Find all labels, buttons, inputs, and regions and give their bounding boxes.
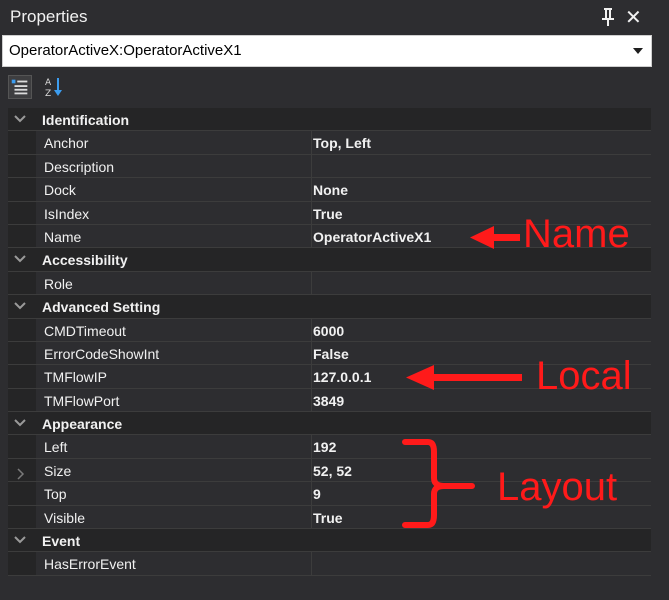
- property-name: ErrorCodeShowInt: [44, 345, 160, 362]
- row-margin: [8, 224, 36, 248]
- panel-footer: [0, 578, 669, 600]
- property-name: Dock: [44, 182, 76, 199]
- row-margin: [8, 458, 36, 482]
- property-name-cell: CMDTimeout: [36, 318, 312, 341]
- category-row[interactable]: Advanced Setting: [8, 295, 651, 319]
- category-row[interactable]: Event: [8, 529, 651, 553]
- category-label: Advanced Setting: [42, 299, 161, 316]
- property-value[interactable]: 3849: [313, 393, 344, 409]
- chevron-right-icon[interactable]: [16, 465, 26, 480]
- property-name-cell: Description: [36, 154, 312, 178]
- chevron-down-icon[interactable]: [12, 298, 28, 314]
- property-name-cell: IsIndex: [36, 201, 312, 224]
- property-name: Name: [44, 228, 82, 245]
- property-name-cell: HasErrorEvent: [36, 552, 312, 575]
- annotation-local: Local: [536, 354, 632, 398]
- category-row[interactable]: Identification: [8, 108, 651, 132]
- annotation-name: Name: [523, 212, 630, 256]
- property-name: Anchor: [44, 135, 89, 152]
- properties-toolbar: A Z: [0, 68, 669, 106]
- row-margin: [8, 435, 36, 458]
- property-name-cell: Dock: [36, 178, 312, 201]
- row-margin: [8, 131, 36, 154]
- panel-title: Properties: [10, 7, 88, 26]
- row-margin: [8, 201, 36, 224]
- property-value[interactable]: 127.0.0.1: [313, 369, 371, 385]
- pin-icon[interactable]: [599, 6, 617, 28]
- chevron-down-icon[interactable]: [12, 111, 28, 127]
- property-name: CMDTimeout: [44, 322, 126, 339]
- property-value[interactable]: None: [313, 182, 348, 198]
- row-margin: [8, 318, 36, 341]
- category-row[interactable]: Appearance: [8, 412, 651, 436]
- row-margin: [8, 271, 36, 295]
- property-name-cell: Size: [36, 458, 312, 482]
- chevron-down-icon[interactable]: [12, 532, 28, 548]
- property-name-cell: ErrorCodeShowInt: [36, 341, 312, 365]
- row-margin: [8, 552, 36, 575]
- chevron-down-icon[interactable]: [12, 415, 28, 431]
- property-value[interactable]: False: [313, 346, 349, 362]
- category-label: Appearance: [42, 416, 123, 433]
- property-name-cell: Visible: [36, 505, 312, 529]
- object-selector-value: OperatorActiveX:OperatorActiveX1: [9, 42, 242, 59]
- property-name: IsIndex: [44, 205, 90, 222]
- svg-text:Z: Z: [45, 89, 51, 99]
- property-name: HasErrorEvent: [44, 556, 136, 573]
- property-name-cell: TMFlowPort: [36, 388, 312, 412]
- property-row[interactable]: Description: [8, 154, 651, 179]
- property-name: Description: [44, 158, 115, 175]
- row-margin: [8, 388, 36, 412]
- property-name-cell: Role: [36, 271, 312, 295]
- property-row[interactable]: Left 192: [8, 435, 651, 459]
- property-name: TMFlowIP: [44, 369, 107, 386]
- row-margin: [8, 505, 36, 529]
- property-name: Top: [44, 486, 67, 503]
- category-label: Accessibility: [42, 252, 128, 269]
- property-row[interactable]: HasErrorEvent: [8, 552, 651, 576]
- category-label: Identification: [42, 112, 130, 128]
- property-value[interactable]: 192: [313, 439, 336, 455]
- property-name: Left: [44, 439, 68, 456]
- property-value[interactable]: 9: [313, 486, 321, 502]
- property-value[interactable]: True: [313, 510, 343, 526]
- property-name: TMFlowPort: [44, 392, 120, 409]
- property-row[interactable]: Dock None: [8, 178, 651, 202]
- row-margin: [8, 341, 36, 365]
- property-name-cell: TMFlowIP: [36, 365, 312, 388]
- property-name-cell: Top: [36, 482, 312, 505]
- property-row[interactable]: Role: [8, 271, 651, 296]
- property-name: Visible: [44, 509, 85, 526]
- property-name: Role: [44, 275, 73, 292]
- property-value[interactable]: Top, Left: [313, 135, 371, 151]
- panel-title-bar: Properties ✕: [0, 0, 669, 34]
- property-row[interactable]: Anchor Top, Left: [8, 131, 651, 155]
- property-name-cell: Left: [36, 435, 312, 458]
- chevron-down-icon[interactable]: [12, 251, 28, 267]
- property-value[interactable]: 6000: [313, 323, 344, 339]
- property-row[interactable]: CMDTimeout 6000: [8, 318, 651, 342]
- categorized-list-icon[interactable]: [8, 75, 32, 99]
- property-value[interactable]: 52, 52: [313, 463, 352, 479]
- category-label: Event: [42, 533, 81, 550]
- row-margin: [8, 154, 36, 178]
- sort-alphabetical-icon[interactable]: A Z: [42, 75, 66, 99]
- chevron-down-icon[interactable]: [633, 48, 643, 54]
- annotation-layout: Layout: [497, 465, 618, 509]
- row-margin: [8, 178, 36, 201]
- property-value[interactable]: True: [313, 206, 343, 222]
- property-name-cell: Anchor: [36, 131, 312, 154]
- property-value[interactable]: OperatorActiveX1: [313, 229, 431, 245]
- property-name-cell: Name: [36, 224, 312, 248]
- close-icon[interactable]: ✕: [625, 5, 642, 29]
- property-name: Size: [44, 462, 72, 479]
- row-margin: [8, 365, 36, 388]
- row-margin: [8, 482, 36, 505]
- svg-text:A: A: [45, 78, 52, 88]
- object-selector-dropdown[interactable]: OperatorActiveX:OperatorActiveX1: [2, 35, 652, 67]
